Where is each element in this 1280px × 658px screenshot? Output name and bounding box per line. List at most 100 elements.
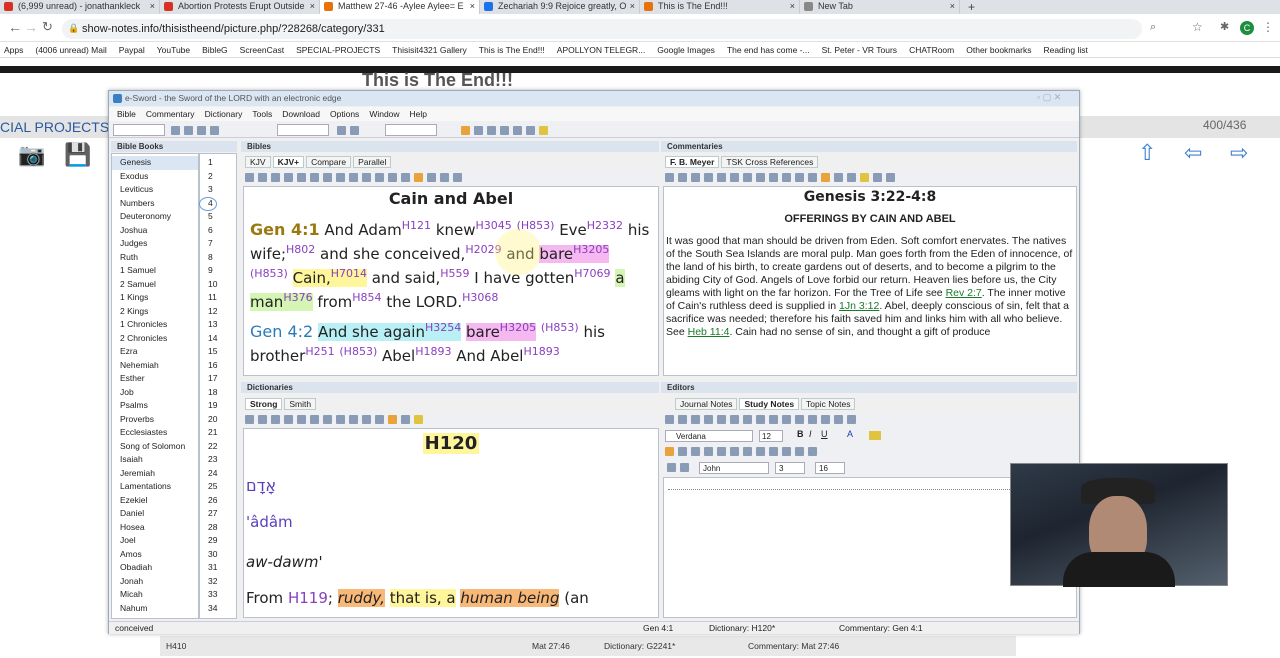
- chapter-item[interactable]: 24: [200, 467, 236, 481]
- chapter-item[interactable]: 20: [200, 413, 236, 427]
- bookmark-item[interactable]: CHATRoom: [909, 45, 954, 55]
- chapter-item[interactable]: 29: [200, 534, 236, 548]
- bookmark-item[interactable]: Reading list: [1043, 45, 1087, 55]
- menu-item[interactable]: Options: [330, 107, 359, 121]
- chapter-item[interactable]: 19: [200, 399, 236, 413]
- book-item[interactable]: Job: [112, 386, 198, 400]
- new-tab-icon[interactable]: +: [968, 0, 975, 14]
- editor-toolbar-3[interactable]: [663, 445, 1077, 459]
- chapter-item[interactable]: 6: [200, 224, 236, 238]
- dictionary-pane[interactable]: H120 אָדָם 'âdâm aw-dawm' From H119; rud…: [243, 428, 659, 618]
- book-item[interactable]: 2 Chronicles: [112, 332, 198, 346]
- chapter-item[interactable]: 14: [200, 332, 236, 346]
- menu-item[interactable]: Download: [282, 107, 320, 121]
- verse-ref[interactable]: Gen 4:2: [250, 322, 313, 341]
- tab-close-icon[interactable]: ×: [790, 0, 795, 13]
- tab-topic-notes[interactable]: Topic Notes: [801, 398, 856, 410]
- chapter-item[interactable]: 7: [200, 237, 236, 251]
- tab-tsk-cross-references[interactable]: TSK Cross References: [721, 156, 819, 168]
- chapter-item[interactable]: 3: [200, 183, 236, 197]
- forward-icon[interactable]: →: [24, 19, 38, 35]
- book-item[interactable]: Daniel: [112, 507, 198, 521]
- chapter-item[interactable]: 23: [200, 453, 236, 467]
- previous-icon[interactable]: ⇦: [1184, 140, 1202, 166]
- underline-button[interactable]: U: [821, 429, 828, 439]
- bookmark-item[interactable]: The end has come -...: [727, 45, 810, 55]
- book-item[interactable]: Nahum: [112, 602, 198, 616]
- book-item[interactable]: Judges: [112, 237, 198, 251]
- book-item[interactable]: Deuteronomy: [112, 210, 198, 224]
- tab-strong[interactable]: Strong: [245, 398, 283, 410]
- address-input[interactable]: show-notes.info/thisistheend/picture.php…: [62, 19, 1142, 39]
- chapter-item[interactable]: 12: [200, 305, 236, 319]
- book-item[interactable]: Lamentations: [112, 480, 198, 494]
- book-item[interactable]: Ruth: [112, 251, 198, 265]
- dictionary-toolbar[interactable]: [243, 413, 659, 427]
- editor-toolbar-1[interactable]: [663, 413, 1077, 427]
- chapter-item[interactable]: 15: [200, 345, 236, 359]
- book-item[interactable]: Hosea: [112, 521, 198, 535]
- link-heb-11-4[interactable]: Heb 11:4: [688, 326, 730, 338]
- tab-smith[interactable]: Smith: [284, 398, 317, 410]
- window-controls-icon[interactable]: ▫ ▢ ✕: [1037, 92, 1061, 103]
- browser-tab[interactable]: This is The End!!! ×: [640, 0, 800, 14]
- bookmark-item[interactable]: SPECIAL-PROJECTS: [296, 45, 380, 55]
- toolbar-buttons-1[interactable]: [169, 124, 221, 140]
- book-item[interactable]: 2 Kings: [112, 305, 198, 319]
- menu-icon[interactable]: ⋮: [1262, 20, 1274, 34]
- chapter-item[interactable]: 11: [200, 291, 236, 305]
- menu-item[interactable]: Tools: [252, 107, 272, 121]
- tab-f-b-meyer[interactable]: F. B. Meyer: [665, 156, 720, 168]
- bookmark-item[interactable]: ScreenCast: [240, 45, 284, 55]
- bookmark-item[interactable]: APOLLYON TELEGR...: [557, 45, 646, 55]
- book-item[interactable]: Isaiah: [112, 453, 198, 467]
- bookmark-item[interactable]: (4006 unread) Mail: [35, 45, 106, 55]
- chapter-item[interactable]: 28: [200, 521, 236, 535]
- dictionary-link-h119[interactable]: H119: [288, 589, 328, 607]
- chapter-item[interactable]: 2: [200, 170, 236, 184]
- book-item[interactable]: Song of Solomon: [112, 440, 198, 454]
- menu-item[interactable]: Window: [369, 107, 399, 121]
- bible-tabs[interactable]: KJV KJV+ Compare Parallel: [245, 156, 393, 168]
- number-select-2[interactable]: 16: [815, 462, 845, 474]
- bookmark-item[interactable]: Apps: [4, 45, 23, 55]
- book-item[interactable]: Genesis: [112, 156, 198, 170]
- bookmark-item[interactable]: This is The End!!!: [479, 45, 545, 55]
- chapter-item[interactable]: 9: [200, 264, 236, 278]
- search-select[interactable]: [277, 124, 329, 136]
- number-select-1[interactable]: 3: [775, 462, 805, 474]
- chapter-item[interactable]: 5: [200, 210, 236, 224]
- tab-close-icon[interactable]: ×: [470, 0, 475, 13]
- book-item[interactable]: Numbers: [112, 197, 198, 211]
- bookmark-item[interactable]: St. Peter - VR Tours: [822, 45, 897, 55]
- link-1jn-3-12[interactable]: 1Jn 3:12: [839, 300, 879, 312]
- bookmark-item[interactable]: BibleG: [202, 45, 228, 55]
- verse-ref[interactable]: Gen 4:1: [250, 220, 320, 239]
- commentary-pane[interactable]: Genesis 3:22-4:8 OFFERINGS BY CAIN AND A…: [663, 186, 1077, 376]
- author-select[interactable]: John: [699, 462, 769, 474]
- book-item[interactable]: 1 Samuel: [112, 264, 198, 278]
- chapter-item[interactable]: 1: [200, 156, 236, 170]
- bookmark-item[interactable]: Google Images: [657, 45, 715, 55]
- book-item[interactable]: Psalms: [112, 399, 198, 413]
- toolbar-buttons-3[interactable]: [459, 124, 550, 140]
- book-item[interactable]: Amos: [112, 548, 198, 562]
- book-select[interactable]: [113, 124, 165, 136]
- link-rev-2-7[interactable]: Rev 2:7: [946, 287, 982, 299]
- verse-select[interactable]: [385, 124, 437, 136]
- book-item[interactable]: Ecclesiastes: [112, 426, 198, 440]
- chapter-item[interactable]: 21: [200, 426, 236, 440]
- chapter-item[interactable]: 16: [200, 359, 236, 373]
- bible-toolbar[interactable]: [243, 171, 659, 185]
- font-select[interactable]: Verdana: [665, 430, 753, 442]
- zoom-icon[interactable]: ⌕: [1150, 21, 1156, 34]
- chapter-item[interactable]: 34: [200, 602, 236, 616]
- book-item[interactable]: 1 Chronicles: [112, 318, 198, 332]
- book-item[interactable]: Esther: [112, 372, 198, 386]
- tab-study-notes[interactable]: Study Notes: [739, 398, 800, 410]
- chapter-item[interactable]: 33: [200, 588, 236, 602]
- up-arrow-icon[interactable]: ⇧: [1138, 140, 1156, 166]
- editor-tabs[interactable]: Journal Notes Study Notes Topic Notes: [675, 398, 857, 410]
- next-icon[interactable]: ⇨: [1230, 140, 1248, 166]
- extensions-icon[interactable]: ✱: [1220, 20, 1229, 33]
